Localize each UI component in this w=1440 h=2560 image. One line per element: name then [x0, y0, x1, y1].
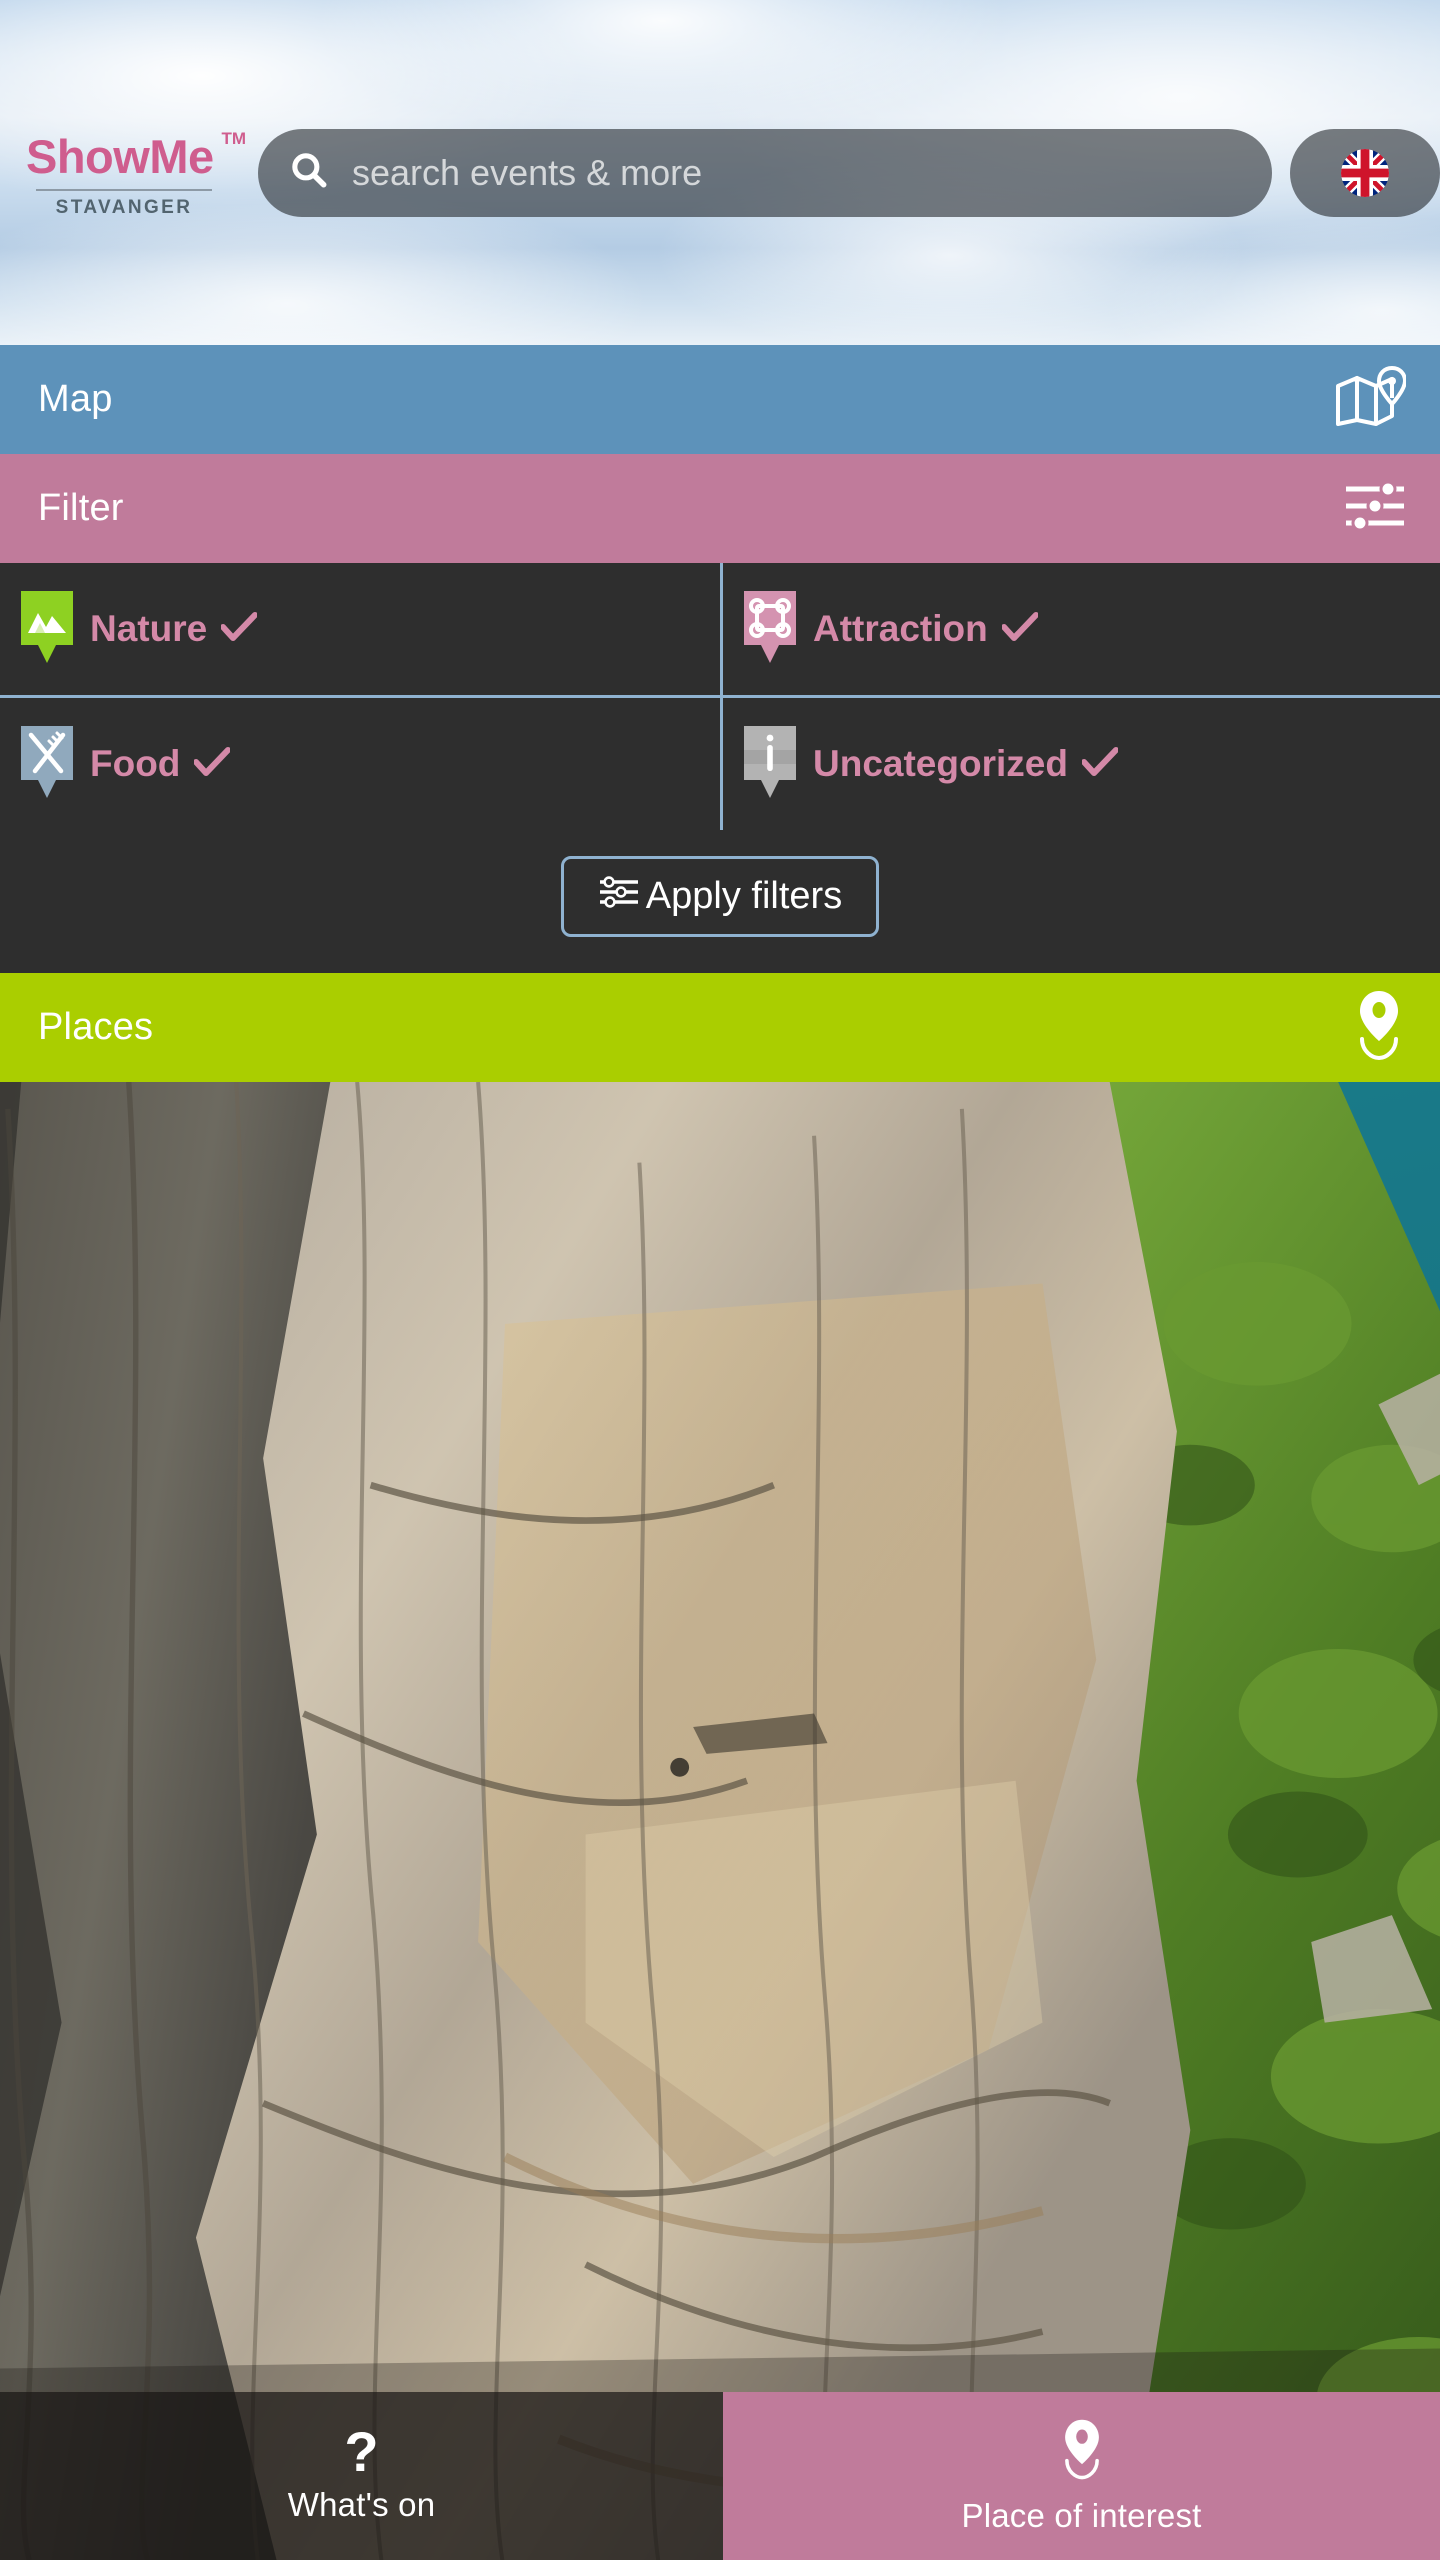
nav-label-place-of-interest: Place of interest: [961, 2496, 1202, 2534]
filter-label-attraction: Attraction: [813, 608, 988, 649]
logo-wordmark-text: ShowMe: [26, 129, 214, 183]
filter-category-attraction[interactable]: Attraction: [720, 563, 1440, 695]
sliders-icon: [598, 875, 640, 918]
filter-label-uncategorized: Uncategorized: [813, 743, 1068, 784]
logo-city-name: STAVANGER: [55, 196, 193, 218]
question-mark-icon: ?: [344, 2420, 379, 2484]
filter-panel: Nature Attraction Food Uncategorized App…: [0, 563, 1440, 973]
info-pin-icon: [741, 724, 799, 804]
cliff-over-fjord-photo: [0, 1081, 1440, 2560]
app-header: ShowMe TM STAVANGER search events & more: [0, 0, 1440, 345]
search-bar[interactable]: search events & more: [258, 128, 1272, 217]
language-selector[interactable]: [1290, 128, 1440, 217]
filter-check-food: [193, 746, 232, 782]
cutlery-pin-icon: [18, 724, 76, 804]
command-pin-icon: [741, 589, 799, 669]
filter-category-uncategorized[interactable]: Uncategorized: [720, 695, 1440, 830]
section-bar-filter[interactable]: Filter: [0, 454, 1440, 563]
bottom-navigation: ? What's on Place of interest: [0, 2392, 1440, 2560]
section-label-map: Map: [38, 378, 113, 420]
section-bar-places[interactable]: Places: [0, 972, 1440, 1082]
location-pin-icon: [1352, 989, 1406, 1066]
filter-category-food[interactable]: Food: [0, 695, 720, 830]
apply-filters-label: Apply filters: [645, 874, 843, 917]
hero-photo-panel[interactable]: ? What's on Place of interest: [0, 1081, 1440, 2560]
map-pin-icon: [1334, 366, 1407, 433]
logo[interactable]: ShowMe TM STAVANGER: [26, 127, 246, 219]
filter-label-nature: Nature: [90, 608, 208, 649]
section-label-places: Places: [38, 1005, 154, 1048]
search-icon: [288, 149, 330, 196]
filter-check-nature: [220, 611, 259, 647]
search-input[interactable]: search events & more: [352, 152, 702, 194]
section-label-filter: Filter: [38, 487, 124, 529]
nav-label-whats-on: What's on: [287, 2485, 436, 2523]
header-content: ShowMe TM STAVANGER search events & more: [0, 0, 1440, 345]
apply-filters-row: Apply filters: [0, 830, 1440, 937]
filter-category-grid: Nature Attraction Food Uncategorized: [0, 563, 1440, 830]
logo-divider: [36, 188, 212, 191]
mountains-pin-icon: [18, 589, 76, 669]
nav-item-whats-on[interactable]: ? What's on: [0, 2392, 723, 2560]
logo-trademark: TM: [221, 128, 246, 148]
app-root: ShowMe TM STAVANGER search events & more: [0, 0, 1440, 2560]
section-bar-map[interactable]: Map: [0, 345, 1440, 454]
uk-flag-icon: [1341, 148, 1389, 197]
filter-check-attraction: [1000, 611, 1039, 647]
sliders-icon: [1344, 479, 1406, 538]
apply-filters-button[interactable]: Apply filters: [560, 856, 880, 937]
location-pin-icon: [1058, 2418, 1106, 2487]
logo-wordmark: ShowMe TM: [26, 129, 246, 183]
filter-category-nature[interactable]: Nature: [0, 563, 720, 695]
nav-item-place-of-interest[interactable]: Place of interest: [723, 2392, 1440, 2560]
filter-check-uncategorized: [1080, 746, 1119, 782]
filter-label-food: Food: [90, 743, 181, 784]
